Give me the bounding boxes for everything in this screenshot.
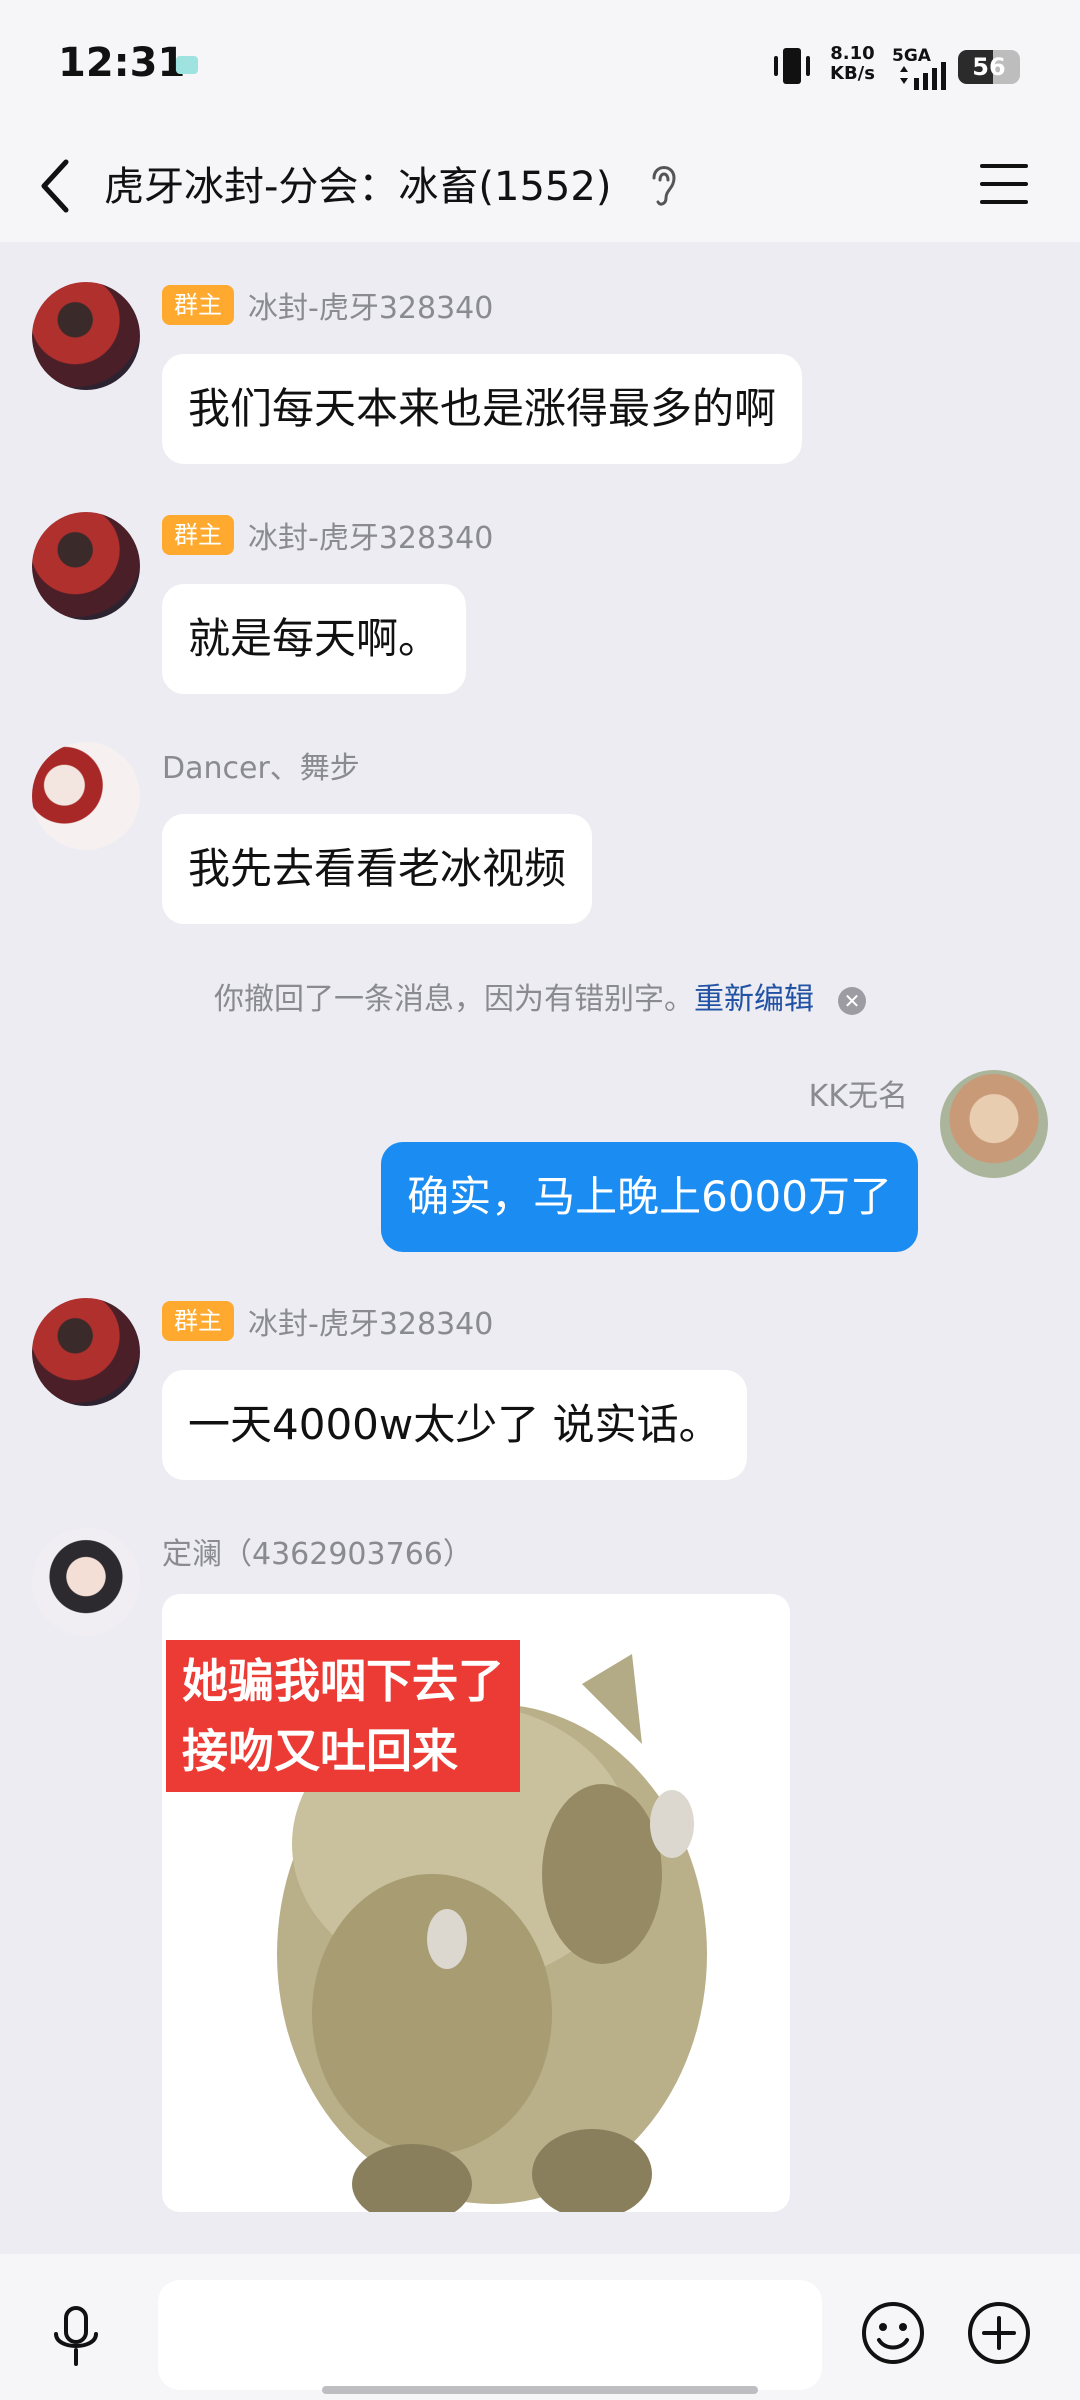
group-owner-badge: 群主: [162, 515, 234, 555]
notification-icon: [176, 56, 198, 74]
microphone-icon[interactable]: [46, 2304, 106, 2370]
message-input[interactable]: [158, 2280, 822, 2390]
sender-name[interactable]: 冰封-虎牙328340: [248, 283, 493, 327]
sender-row: 群主 冰封-虎牙328340: [162, 282, 493, 328]
close-icon[interactable]: ✕: [838, 986, 866, 1015]
sender-row: 定澜（4362903766）: [162, 1528, 473, 1574]
back-arrow-icon[interactable]: [36, 152, 76, 220]
self-message-bubble[interactable]: 确实，马上晚上6000万了: [381, 1142, 918, 1252]
group-owner-badge: 群主: [162, 1301, 234, 1341]
status-bar: 12:31 8.10 KB/s 5GA 56: [0, 0, 1080, 130]
chat-message-list[interactable]: 群主 冰封-虎牙328340 我们每天本来也是涨得最多的啊 群主 冰封-虎牙32…: [0, 242, 1080, 2254]
message-bubble[interactable]: 我先去看看老冰视频: [162, 814, 593, 924]
ear-icon: [652, 166, 676, 206]
self-avatar[interactable]: [940, 1070, 1048, 1178]
emoji-icon[interactable]: [860, 2300, 926, 2366]
page-title[interactable]: 虎牙冰封-分会：冰畜(1552): [104, 154, 611, 212]
signal-icon: [900, 62, 946, 90]
status-time: 12:31: [58, 40, 186, 86]
message-bubble[interactable]: 一天4000w太少了 说实话。: [162, 1370, 747, 1480]
sender-name[interactable]: 冰封-虎牙328340: [248, 1299, 493, 1343]
avatar[interactable]: [32, 282, 140, 390]
battery-indicator: 56: [958, 50, 1020, 84]
sticker-caption: 她骗我咽下去了 接吻又吐回来: [166, 1640, 520, 1792]
sender-name[interactable]: 冰封-虎牙328340: [248, 513, 493, 557]
menu-icon[interactable]: [978, 156, 1030, 212]
sender-name[interactable]: Dancer、舞步: [162, 743, 360, 787]
plus-icon[interactable]: [966, 2300, 1032, 2366]
avatar[interactable]: [32, 512, 140, 620]
message-bubble[interactable]: 我们每天本来也是涨得最多的啊: [162, 354, 803, 464]
vibrate-icon: [774, 48, 810, 84]
sender-row: KK无名: [809, 1070, 908, 1116]
network-speed: 8.10 KB/s: [830, 43, 875, 84]
message-bubble[interactable]: 就是每天啊。: [162, 584, 467, 694]
re-edit-link[interactable]: 重新编辑: [694, 982, 814, 1017]
recall-notice-text: 你撤回了一条消息，因为有错别字。: [214, 982, 694, 1017]
avatar[interactable]: [32, 742, 140, 850]
sticker-image[interactable]: 她骗我咽下去了 接吻又吐回来: [162, 1594, 790, 2212]
home-indicator[interactable]: [322, 2386, 758, 2394]
avatar[interactable]: [32, 1298, 140, 1406]
recall-notice: 你撤回了一条消息，因为有错别字。重新编辑 ✕: [0, 974, 1080, 1024]
sender-name[interactable]: 定澜（4362903766）: [162, 1529, 473, 1573]
sender-row: 群主 冰封-虎牙328340: [162, 1298, 493, 1344]
sender-row: 群主 冰封-虎牙328340: [162, 512, 493, 558]
sender-name: KK无名: [808, 1079, 908, 1114]
sender-row: Dancer、舞步: [162, 742, 360, 788]
group-owner-badge: 群主: [162, 285, 234, 325]
input-bar: [0, 2254, 1080, 2400]
avatar[interactable]: [32, 1528, 140, 1636]
chat-header: 虎牙冰封-分会：冰畜(1552): [0, 130, 1080, 242]
